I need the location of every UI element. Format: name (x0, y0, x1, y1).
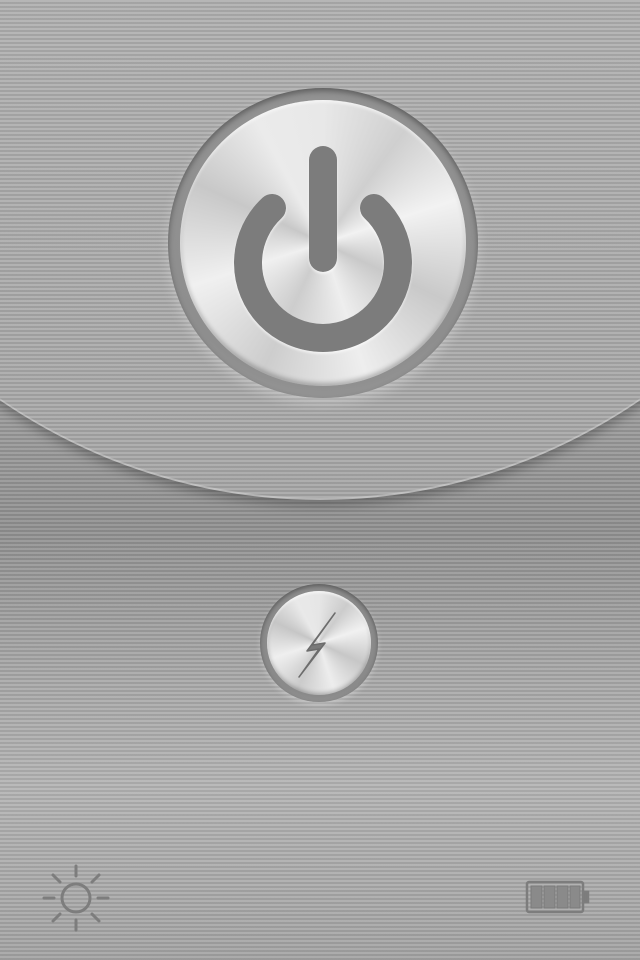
sun-icon[interactable] (40, 862, 112, 934)
battery-icon (525, 880, 590, 914)
lightning-bolt-icon (298, 612, 336, 678)
flashlight-screen (0, 0, 640, 960)
flash-button[interactable] (260, 584, 378, 702)
flash-button-face (267, 591, 371, 695)
power-icon (234, 146, 412, 352)
power-button[interactable] (168, 88, 478, 398)
power-button-face (180, 100, 466, 386)
